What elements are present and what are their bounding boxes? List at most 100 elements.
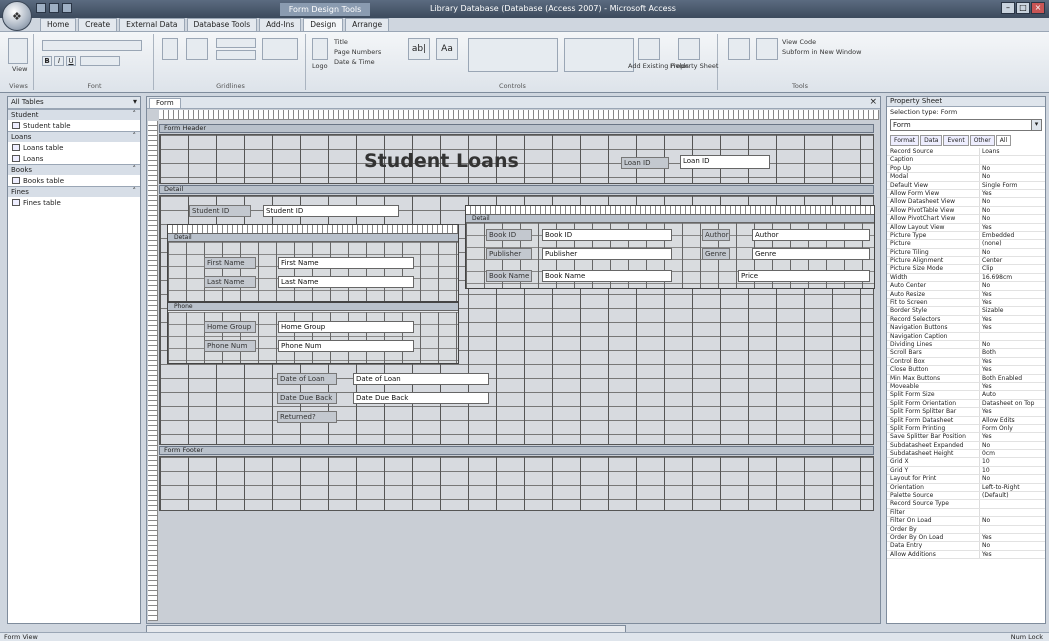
publisher-label[interactable]: Publisher (486, 248, 532, 260)
property-value[interactable]: (Default) (979, 492, 1045, 500)
nav-group-books[interactable]: Books ˄ (8, 164, 140, 175)
property-value[interactable] (979, 508, 1045, 517)
property-row[interactable]: Save Splitter Bar Position Yes (887, 433, 1045, 442)
property-value[interactable]: Yes (979, 324, 1045, 332)
property-row[interactable]: Allow PivotChart View No (887, 215, 1045, 224)
maximize-button[interactable]: □ (1016, 2, 1030, 14)
property-row[interactable]: Moveable Yes (887, 382, 1045, 392)
tab-format[interactable]: Format (890, 135, 920, 146)
property-row[interactable]: Record Source Loans (887, 148, 1045, 157)
property-row[interactable]: Scroll Bars Both (887, 349, 1045, 358)
property-value[interactable]: Yes (979, 315, 1045, 324)
tab-home[interactable]: Home (40, 18, 77, 31)
property-value[interactable]: No (979, 198, 1045, 206)
chevron-down-icon[interactable]: ▾ (1031, 120, 1041, 130)
nav-header[interactable]: All Tables ▾ (8, 97, 140, 109)
property-value[interactable] (979, 500, 1045, 508)
property-row[interactable]: Grid Y 10 (887, 466, 1045, 476)
property-row[interactable]: Picture (none) (887, 240, 1045, 249)
author-label[interactable]: Author (702, 229, 730, 241)
property-row[interactable]: Palette Source (Default) (887, 492, 1045, 501)
book-id-label[interactable]: Book ID (486, 229, 532, 241)
genre-textbox[interactable]: Genre (752, 248, 870, 260)
underline-button[interactable]: U (66, 56, 76, 66)
property-row[interactable]: Caption (887, 156, 1045, 165)
phone-num-textbox[interactable]: Phone Num (278, 340, 414, 352)
property-value[interactable]: Sizable (979, 307, 1045, 315)
undo-icon[interactable] (49, 3, 59, 13)
property-row[interactable]: Order By On Load Yes (887, 533, 1045, 543)
property-value[interactable]: 16.698cm (979, 273, 1045, 282)
property-value[interactable]: Clip (979, 265, 1045, 273)
property-row[interactable]: Grid X 10 (887, 458, 1045, 467)
property-value[interactable]: No (979, 206, 1045, 215)
subform-button[interactable] (728, 38, 750, 60)
property-row[interactable]: Order By (887, 525, 1045, 534)
form-header-bar[interactable]: Form Header (159, 124, 874, 133)
controls-list[interactable] (564, 38, 634, 72)
property-value[interactable]: Yes (979, 299, 1045, 307)
property-value[interactable]: No (979, 282, 1045, 290)
property-value[interactable]: Loans (979, 148, 1045, 156)
date-due-back-textbox[interactable]: Date Due Back (353, 392, 489, 404)
line-type-button[interactable] (216, 50, 256, 60)
align-buttons[interactable] (80, 56, 120, 66)
student-id-textbox[interactable]: Student ID (263, 205, 399, 217)
loan-id-textbox[interactable]: Loan ID (680, 155, 770, 169)
gridlines-button[interactable] (186, 38, 208, 60)
property-value[interactable]: Yes (979, 433, 1045, 441)
nav-item-loans-table[interactable]: Loans table (8, 142, 140, 153)
home-group-label[interactable]: Home Group (204, 321, 256, 333)
property-row[interactable]: Allow Datasheet View No (887, 198, 1045, 207)
logo-button[interactable] (312, 38, 328, 60)
date-of-loan-label[interactable]: Date of Loan (277, 373, 337, 385)
first-name-textbox[interactable]: First Name (278, 257, 414, 269)
student-subform[interactable]: Detail First Name First Name Last Name L… (167, 224, 459, 302)
property-value[interactable]: Yes (979, 357, 1045, 366)
form-footer-grid[interactable] (159, 456, 874, 511)
chevron-down-icon[interactable]: ▾ (133, 97, 137, 106)
property-value[interactable]: Yes (979, 223, 1045, 231)
returned-label[interactable]: Returned? (277, 411, 337, 423)
book-name-textbox[interactable]: Book Name (542, 270, 672, 282)
property-value[interactable]: No (979, 248, 1045, 257)
property-row[interactable]: Split Form Splitter Bar Yes (887, 408, 1045, 417)
tab-all[interactable]: All (995, 135, 1012, 146)
property-value[interactable]: No (979, 517, 1045, 525)
property-value[interactable]: No (979, 215, 1045, 223)
property-value[interactable]: Auto (979, 391, 1045, 399)
bold-button[interactable]: B (42, 56, 52, 66)
property-row[interactable]: Min Max Buttons Both Enabled (887, 374, 1045, 383)
property-row[interactable]: Split Form Orientation Datasheet on Top (887, 399, 1045, 409)
tab-data[interactable]: Data (920, 135, 943, 146)
property-row[interactable]: Subdatasheet Expanded No (887, 441, 1045, 451)
italic-button[interactable]: I (54, 56, 64, 66)
property-value[interactable]: Left-to-Right (979, 483, 1045, 491)
property-value[interactable]: 10 (979, 466, 1045, 475)
nav-item-books-table[interactable]: Books table (8, 175, 140, 186)
property-value[interactable]: Datasheet on Top (979, 399, 1045, 408)
tab-arrange[interactable]: Arrange (345, 18, 390, 31)
nav-item-student-table[interactable]: Student table (8, 120, 140, 131)
property-row[interactable]: Allow Additions Yes (887, 550, 1045, 560)
property-value[interactable]: Yes (979, 290, 1045, 298)
property-value[interactable]: No (979, 173, 1045, 181)
date-due-back-label[interactable]: Date Due Back (277, 392, 337, 404)
property-row[interactable]: Auto Center No (887, 282, 1045, 291)
property-row[interactable]: Picture Type Embedded (887, 231, 1045, 241)
label-control-button[interactable]: ab| (408, 38, 430, 60)
property-row[interactable]: Default View Single Form (887, 181, 1045, 190)
property-row[interactable]: Fit to Screen Yes (887, 299, 1045, 308)
tab-add-ins[interactable]: Add-Ins (259, 18, 302, 31)
controls-gallery[interactable] (468, 38, 558, 72)
property-value[interactable]: Both Enabled (979, 374, 1045, 382)
tab-event[interactable]: Event (943, 135, 969, 146)
tab-design[interactable]: Design (303, 18, 344, 31)
property-value[interactable]: Form Only (979, 424, 1045, 433)
last-name-label[interactable]: Last Name (204, 276, 256, 288)
tab-form[interactable]: Form (149, 98, 181, 109)
property-row[interactable]: Layout for Print No (887, 475, 1045, 484)
books-subform[interactable]: Detail Book ID Book ID Author Author Pub… (465, 205, 875, 289)
student-id-label[interactable]: Student ID (189, 205, 251, 217)
property-value[interactable]: Center (979, 257, 1045, 265)
